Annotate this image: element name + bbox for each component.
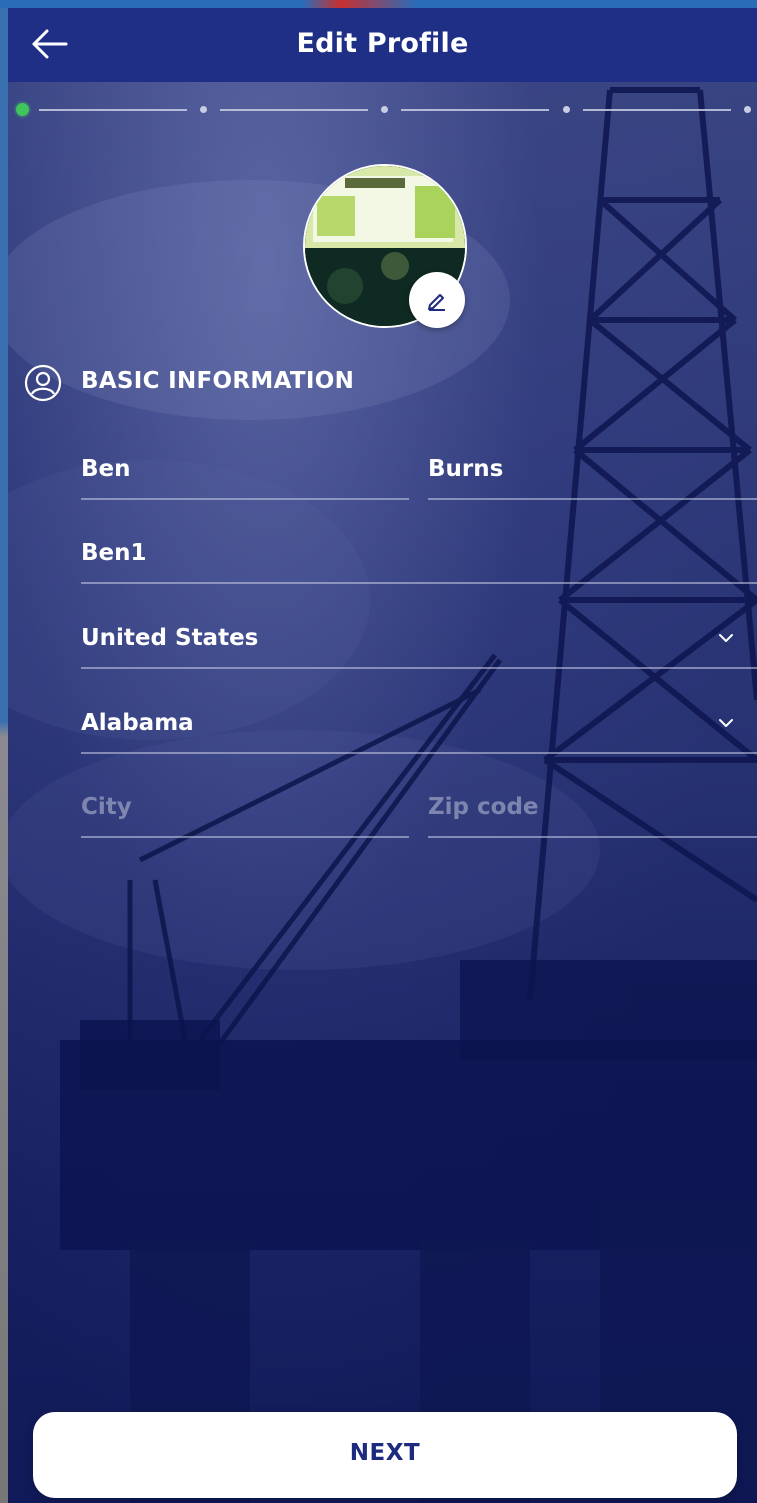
step-connector	[220, 109, 368, 111]
page-title: Edit Profile	[296, 28, 469, 59]
step-indicator-2	[200, 106, 207, 113]
username-value: Ben1	[81, 540, 147, 566]
app-header: Edit Profile	[8, 8, 757, 82]
step-indicator-3	[381, 106, 388, 113]
user-circle-icon	[24, 364, 62, 402]
next-button-label: NEXT	[349, 1440, 421, 1466]
first-name-value: Ben	[81, 456, 131, 482]
top-edge-strip	[0, 0, 757, 8]
last-name-value: Burns	[428, 456, 504, 482]
step-connector	[401, 109, 549, 111]
zip-code-field[interactable]: Zip code	[428, 784, 757, 838]
country-select[interactable]: United States	[81, 615, 757, 669]
pencil-icon	[428, 294, 445, 311]
profile-avatar-container	[303, 164, 467, 328]
next-button[interactable]: NEXT	[33, 1412, 737, 1498]
chevron-down-icon	[719, 634, 733, 642]
zip-code-placeholder: Zip code	[428, 794, 539, 820]
step-connector	[583, 109, 731, 111]
edit-avatar-button[interactable]	[409, 272, 465, 328]
basic-information-section-header: BASIC INFORMATION	[24, 364, 524, 404]
left-edge-strip	[0, 0, 8, 1503]
country-value: United States	[81, 625, 259, 651]
progress-stepper	[14, 101, 757, 119]
last-name-field[interactable]: Burns	[428, 446, 757, 500]
state-value: Alabama	[81, 710, 194, 736]
city-field[interactable]: City	[81, 784, 409, 838]
section-title: BASIC INFORMATION	[81, 368, 355, 394]
step-indicator-1-active	[16, 103, 29, 116]
step-indicator-4	[563, 106, 570, 113]
state-select[interactable]: Alabama	[81, 700, 757, 754]
chevron-down-icon	[719, 719, 733, 727]
username-field[interactable]: Ben1	[81, 530, 757, 584]
city-placeholder: City	[81, 794, 132, 820]
step-indicator-5	[744, 106, 751, 113]
step-connector	[39, 109, 187, 111]
first-name-field[interactable]: Ben	[81, 446, 409, 500]
